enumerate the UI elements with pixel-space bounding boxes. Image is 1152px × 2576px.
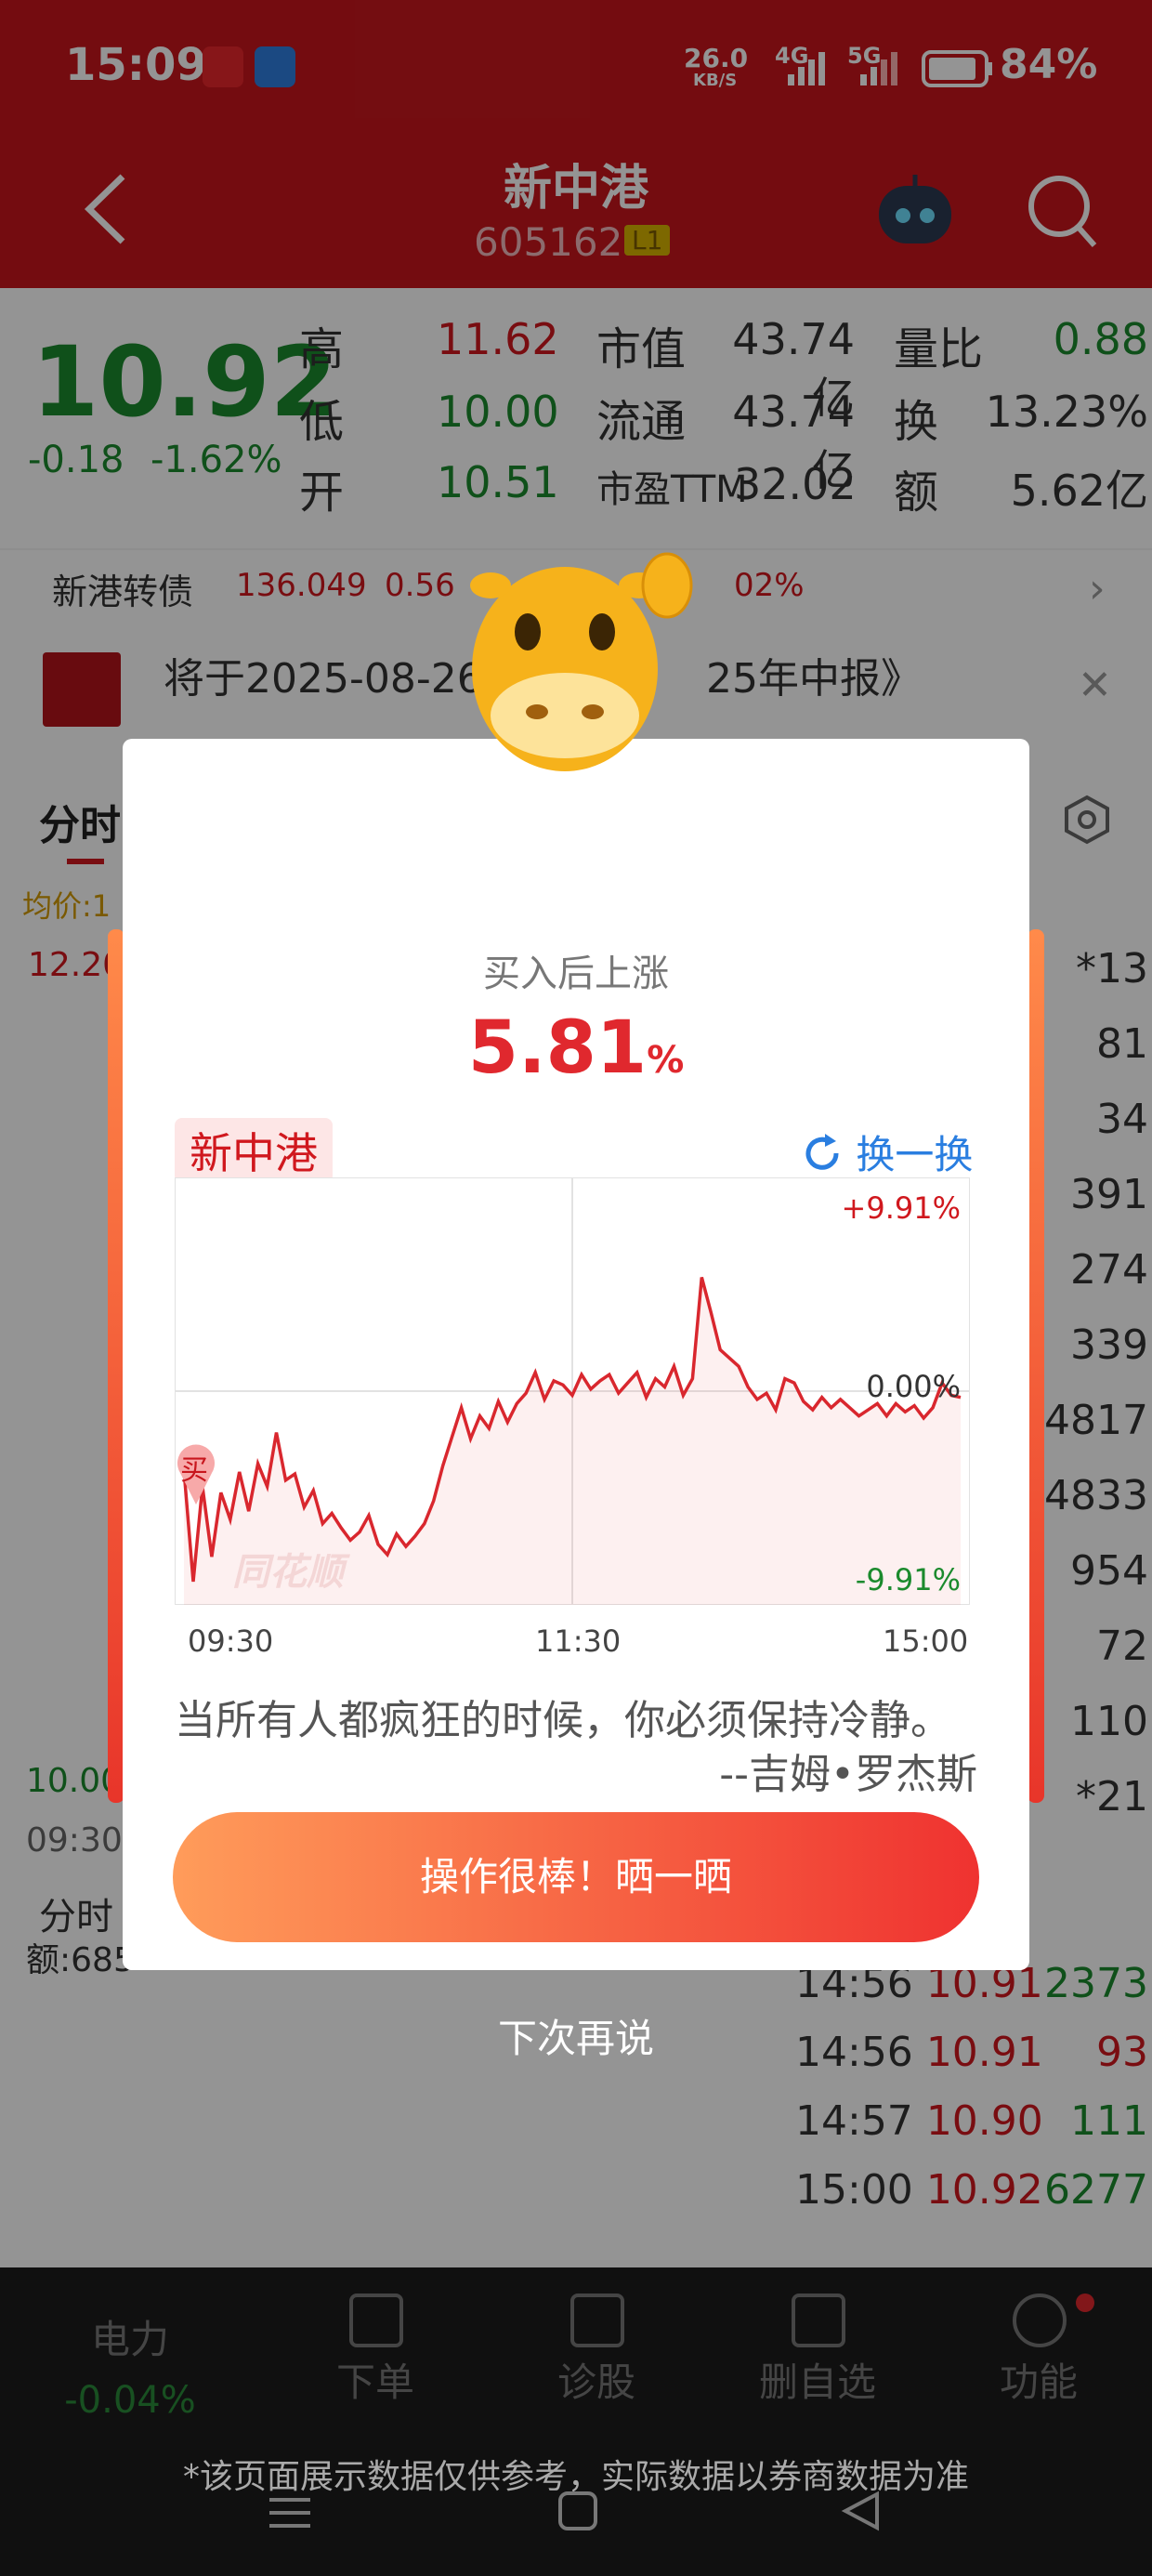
intraday-chart-svg [174, 1176, 971, 1606]
menu-icon[interactable] [269, 2496, 310, 2533]
share-button[interactable]: 操作很棒！晒一晒 [173, 1812, 979, 1942]
later-button[interactable]: 下次再说 [0, 2007, 1152, 2064]
quote-author: --吉姆•罗杰斯 [719, 1751, 977, 1798]
profit-percent-value: 5.81 [467, 1006, 648, 1090]
intraday-chart: 同花顺 +9.91% 0.00% -9.91% 买 09:30 11:30 15… [174, 1176, 971, 1659]
x-tick-1130: 11:30 [535, 1623, 622, 1659]
dialog-title: 买入后上涨 [483, 953, 669, 995]
y-label-top: +9.91% [841, 1190, 961, 1226]
refresh-label: 换一换 [856, 1132, 974, 1177]
profit-share-dialog: 买入后上涨 5.81% 新中港 换一换 同花顺 +9.91% 0.00% -9.… [123, 739, 1029, 1970]
y-label-mid: 0.00% [866, 1369, 961, 1404]
stock-name-chip: 新中港 [175, 1118, 333, 1183]
back-nav-icon[interactable] [840, 2491, 881, 2535]
refresh-button[interactable]: 换一换 [801, 1124, 973, 1184]
bull-mascot-image [444, 530, 723, 799]
x-tick-0930: 09:30 [188, 1623, 274, 1659]
profit-percent-unit: % [647, 1039, 685, 1082]
buy-marker: 买 [175, 1441, 217, 1505]
dialog-glow-right [1028, 929, 1044, 1803]
refresh-icon [801, 1132, 844, 1184]
buy-marker-label: 买 [180, 1454, 208, 1487]
investment-quote: 当所有人都疯狂的时候，你必须保持冷静。 [175, 1697, 951, 1744]
watermark-logo: 同花顺 [232, 1551, 344, 1594]
home-icon[interactable] [557, 2491, 598, 2535]
profit-percent: 5.81% [123, 1006, 1029, 1090]
x-tick-1500: 15:00 [883, 1623, 969, 1659]
y-label-bottom: -9.91% [855, 1562, 961, 1597]
